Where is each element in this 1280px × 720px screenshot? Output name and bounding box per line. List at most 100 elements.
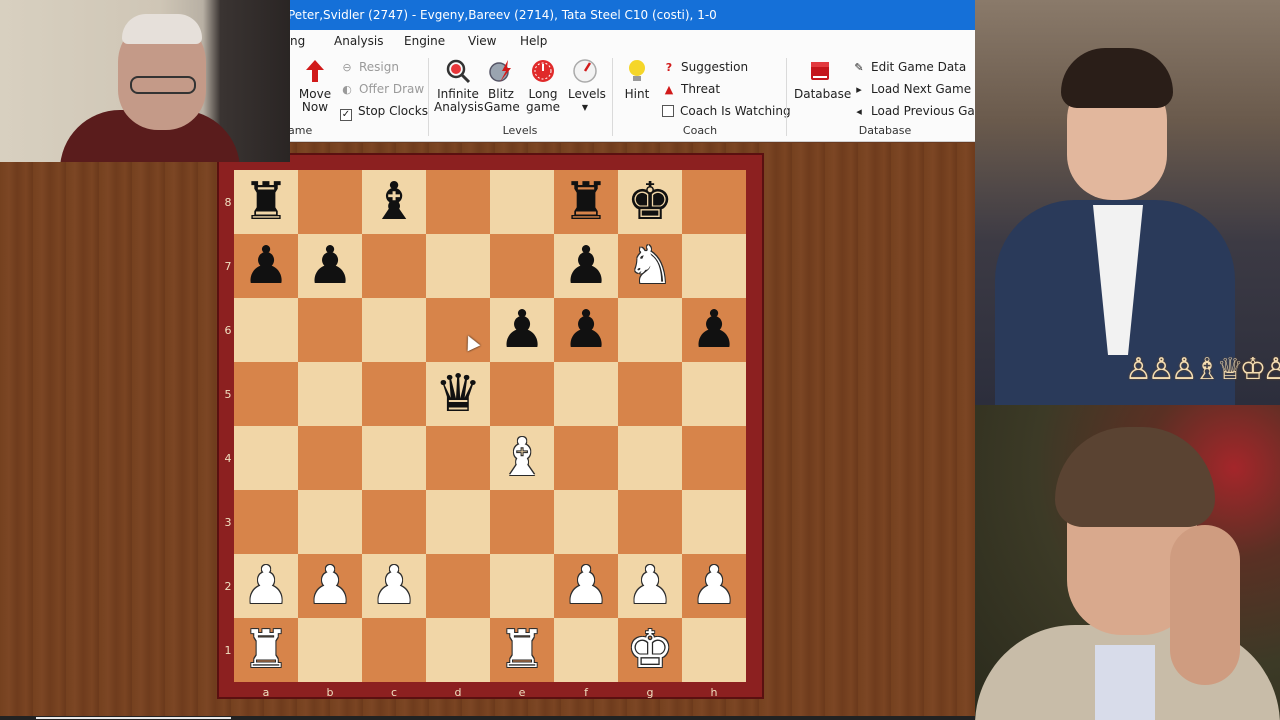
- black-bishop-icon[interactable]: ♝: [362, 170, 426, 234]
- white-knight-icon[interactable]: ♞: [618, 234, 682, 298]
- square-d6[interactable]: [426, 298, 490, 362]
- coach-watching-checkbox[interactable]: Coach Is Watching: [662, 103, 791, 119]
- square-a2[interactable]: ♟: [234, 554, 298, 618]
- square-f2[interactable]: ♟: [554, 554, 618, 618]
- square-d5[interactable]: ♛: [426, 362, 490, 426]
- suggestion-button[interactable]: ? Suggestion: [662, 59, 748, 76]
- menu-view[interactable]: View: [468, 34, 496, 48]
- square-b6[interactable]: [298, 298, 362, 362]
- white-bishop-icon[interactable]: ♝: [490, 426, 554, 490]
- hint-button[interactable]: Hint: [620, 58, 654, 101]
- black-pawn-icon[interactable]: ♟: [554, 234, 618, 298]
- levels-button[interactable]: Levels ▼: [568, 58, 606, 114]
- square-f8[interactable]: ♜: [554, 170, 618, 234]
- square-f5[interactable]: [554, 362, 618, 426]
- square-h4[interactable]: [682, 426, 746, 490]
- square-b8[interactable]: [298, 170, 362, 234]
- square-g6[interactable]: [618, 298, 682, 362]
- square-b2[interactable]: ♟: [298, 554, 362, 618]
- edit-game-data-button[interactable]: ✎ Edit Game Data: [852, 59, 966, 76]
- white-pawn-icon[interactable]: ♟: [554, 554, 618, 618]
- square-g3[interactable]: [618, 490, 682, 554]
- square-b3[interactable]: [298, 490, 362, 554]
- square-f3[interactable]: [554, 490, 618, 554]
- white-pawn-icon[interactable]: ♟: [234, 554, 298, 618]
- square-e8[interactable]: [490, 170, 554, 234]
- square-d1[interactable]: [426, 618, 490, 682]
- square-c3[interactable]: [362, 490, 426, 554]
- square-a4[interactable]: [234, 426, 298, 490]
- square-b1[interactable]: [298, 618, 362, 682]
- square-f4[interactable]: [554, 426, 618, 490]
- white-pawn-icon[interactable]: ♟: [362, 554, 426, 618]
- stop-clocks-checkbox[interactable]: ✓ Stop Clocks: [340, 103, 428, 121]
- square-c6[interactable]: [362, 298, 426, 362]
- square-h8[interactable]: [682, 170, 746, 234]
- square-a5[interactable]: [234, 362, 298, 426]
- black-rook-icon[interactable]: ♜: [554, 170, 618, 234]
- black-pawn-icon[interactable]: ♟: [554, 298, 618, 362]
- square-d3[interactable]: [426, 490, 490, 554]
- square-d4[interactable]: [426, 426, 490, 490]
- square-g8[interactable]: ♚: [618, 170, 682, 234]
- chess-board[interactable]: ♜ ♝ ♜ ♚ ♟ ♟ ♟ ♞ ♟ ♟ ♟ ♛ ♝ ♟ ♟ ♟ ♟ ♟ ♟ ♜ ♜ ♚: [234, 170, 747, 683]
- square-e3[interactable]: [490, 490, 554, 554]
- square-h2[interactable]: ♟: [682, 554, 746, 618]
- square-b7[interactable]: ♟: [298, 234, 362, 298]
- square-d2[interactable]: [426, 554, 490, 618]
- square-c7[interactable]: [362, 234, 426, 298]
- square-g7[interactable]: ♞: [618, 234, 682, 298]
- square-h3[interactable]: [682, 490, 746, 554]
- black-pawn-icon[interactable]: ♟: [682, 298, 746, 362]
- infinite-analysis-button[interactable]: Infinite Analysis: [434, 58, 483, 114]
- resign-button[interactable]: ⊖ Resign: [340, 59, 399, 76]
- white-rook-icon[interactable]: ♜: [490, 618, 554, 682]
- square-c5[interactable]: [362, 362, 426, 426]
- square-f7[interactable]: ♟: [554, 234, 618, 298]
- square-a1[interactable]: ♜: [234, 618, 298, 682]
- square-e6[interactable]: ♟: [490, 298, 554, 362]
- menu-analysis[interactable]: Analysis: [334, 34, 383, 48]
- square-h5[interactable]: [682, 362, 746, 426]
- square-b4[interactable]: [298, 426, 362, 490]
- video-progress-bar[interactable]: [36, 717, 231, 719]
- square-a6[interactable]: [234, 298, 298, 362]
- black-queen-icon[interactable]: ♛: [426, 362, 490, 426]
- square-g5[interactable]: [618, 362, 682, 426]
- square-d7[interactable]: [426, 234, 490, 298]
- square-c2[interactable]: ♟: [362, 554, 426, 618]
- menu-engine[interactable]: Engine: [404, 34, 445, 48]
- black-king-icon[interactable]: ♚: [618, 170, 682, 234]
- square-f6[interactable]: ♟: [554, 298, 618, 362]
- square-g4[interactable]: [618, 426, 682, 490]
- square-h1[interactable]: [682, 618, 746, 682]
- square-h7[interactable]: [682, 234, 746, 298]
- square-a3[interactable]: [234, 490, 298, 554]
- square-g1[interactable]: ♚: [618, 618, 682, 682]
- offer-draw-button[interactable]: ◐ Offer Draw: [340, 81, 424, 98]
- square-g2[interactable]: ♟: [618, 554, 682, 618]
- threat-button[interactable]: ▲ Threat: [662, 81, 720, 98]
- square-a8[interactable]: ♜: [234, 170, 298, 234]
- white-pawn-icon[interactable]: ♟: [298, 554, 362, 618]
- black-rook-icon[interactable]: ♜: [234, 170, 298, 234]
- square-e1[interactable]: ♜: [490, 618, 554, 682]
- black-pawn-icon[interactable]: ♟: [490, 298, 554, 362]
- square-e4[interactable]: ♝: [490, 426, 554, 490]
- blitz-game-button[interactable]: Blitz Game: [484, 58, 520, 114]
- square-e2[interactable]: [490, 554, 554, 618]
- load-next-game-button[interactable]: ▸ Load Next Game: [852, 81, 971, 98]
- menu-help[interactable]: Help: [520, 34, 547, 48]
- square-d8[interactable]: [426, 170, 490, 234]
- square-c4[interactable]: [362, 426, 426, 490]
- move-now-button[interactable]: Move Now: [296, 58, 334, 114]
- menu-training[interactable]: ng: [290, 34, 305, 48]
- square-h6[interactable]: ♟: [682, 298, 746, 362]
- square-e7[interactable]: [490, 234, 554, 298]
- black-pawn-icon[interactable]: ♟: [298, 234, 362, 298]
- database-button[interactable]: Database: [794, 58, 851, 101]
- square-f1[interactable]: [554, 618, 618, 682]
- white-rook-icon[interactable]: ♜: [234, 618, 298, 682]
- long-game-button[interactable]: Long game: [524, 58, 562, 114]
- square-b5[interactable]: [298, 362, 362, 426]
